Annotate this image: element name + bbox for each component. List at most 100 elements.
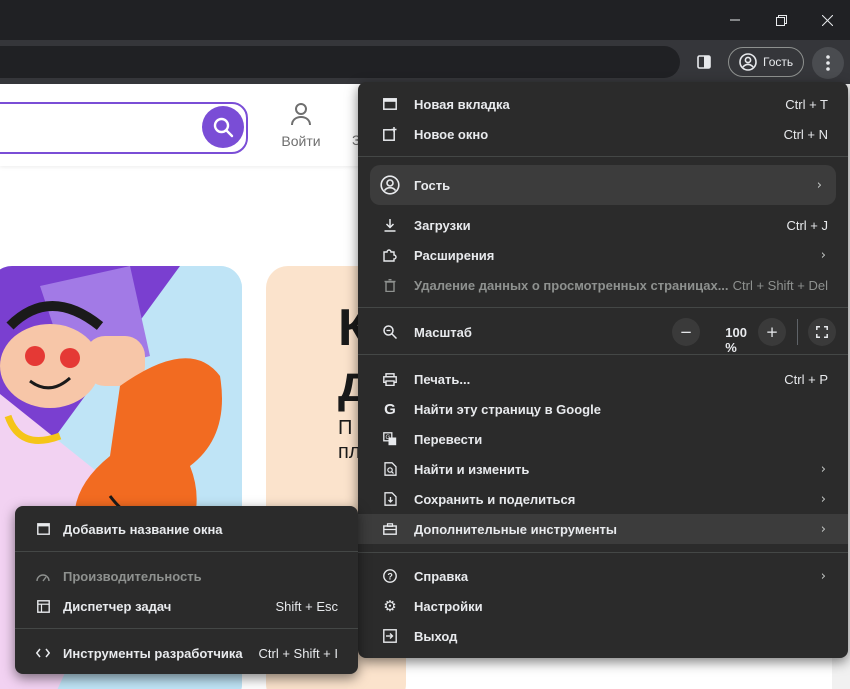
google-g-icon: G (384, 400, 396, 418)
zoom-divider (797, 319, 798, 345)
zoom-in-button[interactable]: + (758, 318, 786, 346)
minimize-icon (730, 19, 740, 21)
menu-item-shortcut: Shift + Esc (275, 598, 339, 614)
menu-item-extensions[interactable]: Расширения › (358, 240, 848, 270)
window-titlebar (0, 0, 850, 40)
menu-item-label: Дополнительные инструменты (414, 521, 618, 537)
translate-icon: G (382, 431, 398, 447)
menu-item-shortcut: Ctrl + T (785, 96, 828, 112)
zoom-level: 100 % (725, 325, 747, 355)
menu-item-label: Загрузки (414, 217, 471, 233)
close-icon (821, 14, 833, 26)
svg-text:?: ? (387, 572, 393, 582)
menu-item-label: Справка (414, 568, 469, 584)
restore-icon (775, 14, 787, 26)
menu-item-shortcut: Ctrl + N (783, 126, 828, 142)
menu-divider (358, 307, 848, 308)
chrome-menu-button[interactable] (812, 47, 844, 79)
profile-button[interactable]: Гость (728, 47, 804, 77)
menu-item-label: Производительность (63, 568, 202, 584)
menu-item-exit[interactable]: Выход (358, 621, 848, 651)
menu-item-shortcut: Ctrl + Shift + I (258, 645, 338, 661)
minimize-button[interactable] (712, 0, 758, 40)
plus-icon: + (765, 323, 779, 341)
gear-icon: ⚙ (383, 597, 397, 615)
chevron-right-icon: › (820, 461, 826, 477)
menu-item-label: Найти и изменить (414, 461, 530, 477)
menu-item-label: Сохранить и поделиться (414, 491, 576, 507)
toolbox-icon (382, 521, 398, 537)
submenu-item-performance[interactable]: Производительность (15, 561, 358, 591)
menu-item-new-window[interactable]: Новое окно Ctrl + N (358, 119, 848, 149)
exit-icon (382, 628, 398, 644)
fullscreen-button[interactable] (808, 318, 836, 346)
site-search-button[interactable] (202, 106, 244, 148)
login-label: Войти (281, 133, 321, 149)
menu-item-print[interactable]: Печать... Ctrl + P (358, 364, 848, 394)
download-icon (382, 217, 398, 233)
search-icon (213, 117, 234, 138)
menu-divider (358, 354, 848, 355)
menu-item-guest-profile[interactable]: Гость › (370, 165, 836, 205)
zoom-out-button[interactable]: − (672, 318, 700, 346)
fullscreen-icon (816, 326, 828, 338)
minus-icon: − (679, 323, 693, 341)
menu-divider (358, 552, 848, 553)
chevron-right-icon: › (820, 491, 826, 507)
user-icon (291, 103, 311, 126)
svg-text:G: G (386, 435, 391, 441)
menu-item-label: Перевести (414, 431, 483, 447)
find-page-icon (382, 461, 398, 477)
close-window-button[interactable] (804, 0, 850, 40)
browser-toolbar: Гость (0, 40, 850, 84)
menu-item-label: Новая вкладка (414, 96, 510, 112)
menu-item-translate[interactable]: G Перевести (358, 424, 848, 454)
menu-divider (358, 156, 848, 157)
menu-item-settings[interactable]: ⚙ Настройки (358, 591, 848, 621)
menu-item-help[interactable]: ? Справка › (358, 561, 848, 591)
menu-item-label: Инструменты разработчика (63, 645, 243, 661)
side-panel-icon (697, 55, 711, 69)
trash-icon (382, 277, 398, 293)
submenu-item-task-manager[interactable]: Диспетчер задач Shift + Esc (15, 591, 358, 621)
more-tools-submenu: Добавить название окна Производительност… (15, 506, 358, 674)
profile-label: Гость (763, 55, 794, 69)
speedometer-icon (35, 568, 51, 584)
menu-item-zoom: Масштаб − 100 % + (358, 317, 848, 355)
extension-puzzle-icon (382, 247, 398, 263)
login-link[interactable]: Войти (278, 102, 324, 149)
more-vert-icon (826, 55, 830, 71)
menu-item-clear-browsing-data[interactable]: Удаление данных о просмотренных страница… (358, 270, 848, 300)
menu-item-new-tab[interactable]: Новая вкладка Ctrl + T (358, 89, 848, 119)
chevron-right-icon: › (820, 521, 826, 537)
menu-item-label: Новое окно (414, 126, 489, 142)
menu-item-label: Найти эту страницу в Google (414, 401, 601, 417)
menu-item-downloads[interactable]: Загрузки Ctrl + J (358, 210, 848, 240)
task-manager-icon (35, 598, 51, 614)
menu-item-label: Масштаб (414, 324, 472, 340)
menu-item-label: Настройки (414, 598, 483, 614)
menu-item-label: Выход (414, 628, 458, 644)
menu-item-more-tools[interactable]: Дополнительные инструменты › (358, 514, 848, 544)
menu-item-find-edit[interactable]: Найти и изменить › (358, 454, 848, 484)
submenu-item-name-window[interactable]: Добавить название окна (15, 514, 358, 544)
print-icon (382, 371, 398, 387)
save-share-icon (382, 491, 398, 507)
restore-button[interactable] (758, 0, 804, 40)
chrome-main-menu: Новая вкладка Ctrl + T Новое окно Ctrl +… (358, 82, 848, 658)
menu-item-shortcut: Ctrl + P (784, 371, 828, 387)
menu-item-search-google[interactable]: G Найти эту страницу в Google (358, 394, 848, 424)
menu-item-shortcut: Ctrl + J (786, 217, 828, 233)
menu-item-label: Расширения (414, 247, 495, 263)
side-panel-button[interactable] (692, 50, 716, 74)
address-bar[interactable] (0, 46, 680, 78)
new-tab-icon (382, 96, 398, 112)
account-circle-icon (739, 53, 757, 71)
account-circle-icon (380, 175, 400, 195)
chevron-right-icon: › (816, 177, 822, 193)
menu-divider (15, 551, 358, 552)
submenu-item-dev-tools[interactable]: Инструменты разработчика Ctrl + Shift + … (15, 638, 358, 668)
menu-item-shortcut: Ctrl + Shift + Del (732, 277, 828, 293)
menu-item-save-share[interactable]: Сохранить и поделиться › (358, 484, 848, 514)
window-icon (35, 521, 51, 537)
